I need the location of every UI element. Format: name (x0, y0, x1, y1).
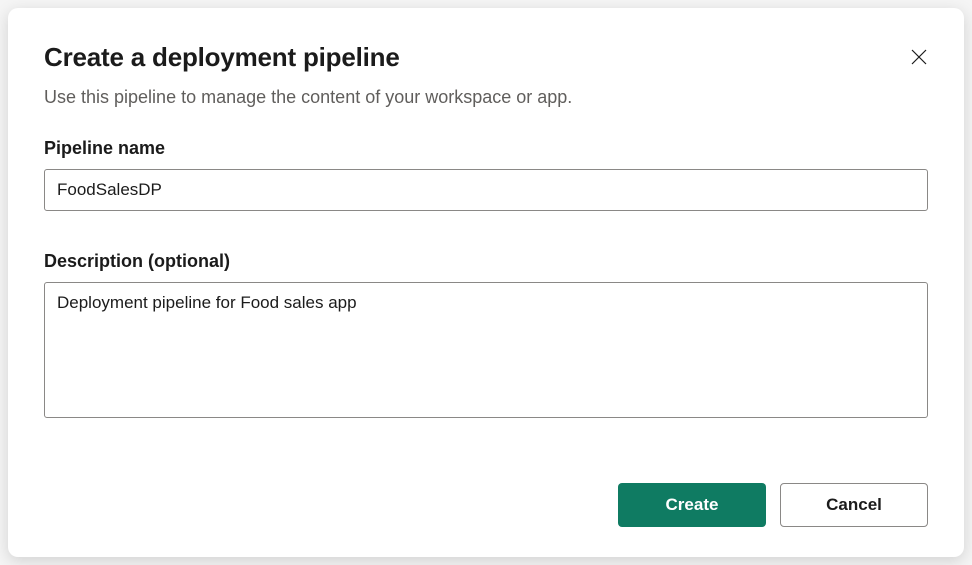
dialog-subtitle: Use this pipeline to manage the content … (44, 87, 928, 108)
description-input[interactable] (44, 282, 928, 418)
cancel-button[interactable]: Cancel (780, 483, 928, 527)
dialog-footer: Create Cancel (44, 483, 928, 527)
pipeline-name-input[interactable] (44, 169, 928, 211)
dialog-title: Create a deployment pipeline (44, 42, 400, 73)
close-icon (910, 48, 928, 66)
pipeline-name-group: Pipeline name (44, 138, 928, 211)
pipeline-name-label: Pipeline name (44, 138, 928, 159)
close-button[interactable] (906, 44, 932, 73)
dialog-header: Create a deployment pipeline (44, 42, 928, 73)
create-button[interactable]: Create (618, 483, 766, 527)
create-pipeline-dialog: Create a deployment pipeline Use this pi… (8, 8, 964, 557)
description-label: Description (optional) (44, 251, 928, 272)
description-group: Description (optional) (44, 251, 928, 423)
